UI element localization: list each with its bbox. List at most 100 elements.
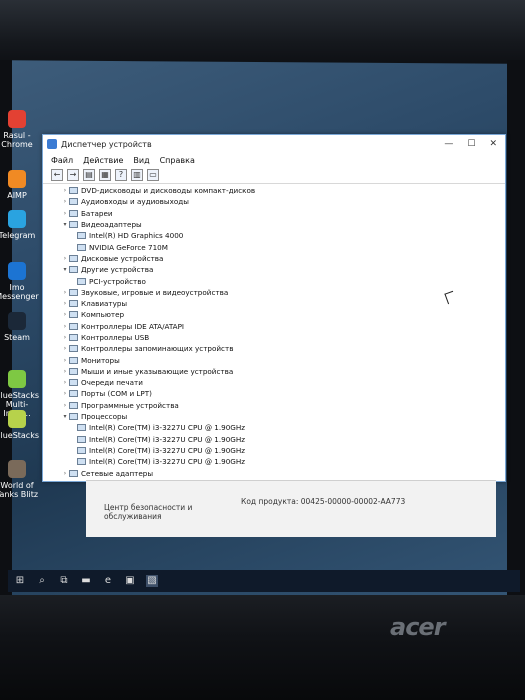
- device-label: Мыши и иные указывающие устройства: [81, 366, 234, 376]
- device-item[interactable]: NVIDIA GeForce 710M: [43, 241, 505, 252]
- view-icon[interactable]: ▥: [131, 169, 143, 181]
- menu-action[interactable]: Действие: [83, 156, 123, 165]
- device-item[interactable]: Intel(R) Core(TM) i3-3227U CPU @ 1.90GHz: [43, 456, 505, 467]
- chevron-right-icon[interactable]: ›: [61, 334, 69, 341]
- task-view-icon[interactable]: ⧉: [58, 575, 70, 587]
- chevron-right-icon[interactable]: ›: [61, 368, 69, 375]
- menu-help[interactable]: Справка: [160, 156, 195, 165]
- device-icon: [69, 300, 78, 308]
- menu-file[interactable]: Файл: [51, 156, 73, 165]
- aimp-icon: [8, 170, 26, 188]
- desktop-shortcut[interactable]: World of Tanks Blitz: [0, 460, 40, 499]
- device-label: Мониторы: [81, 355, 120, 365]
- device-category[interactable]: › Аудиовходы и аудиовыходы: [43, 196, 505, 207]
- device-label: Intel(R) Core(TM) i3-3227U CPU @ 1.90GHz: [89, 423, 246, 433]
- desktop-shortcut[interactable]: Telegram: [0, 210, 40, 240]
- desktop-shortcut[interactable]: Steam: [0, 312, 40, 342]
- back-arrow-icon[interactable]: ←: [51, 169, 63, 181]
- chevron-right-icon[interactable]: ›: [61, 345, 69, 352]
- desktop-shortcut-label: Steam: [4, 333, 30, 342]
- title-bar[interactable]: Диспетчер устройств — ☐ ✕: [43, 135, 505, 153]
- device-category[interactable]: › Мыши и иные указывающие устройства: [43, 366, 505, 377]
- chevron-right-icon[interactable]: ›: [61, 187, 69, 194]
- device-category[interactable]: › Компьютер: [43, 309, 505, 320]
- device-label: Видеоадаптеры: [81, 220, 142, 230]
- desktop-shortcut-label: Imo Messenger: [0, 283, 39, 301]
- device-category[interactable]: ▾ Процессоры: [43, 411, 505, 422]
- chevron-right-icon[interactable]: ›: [61, 311, 69, 318]
- device-icon: [69, 401, 78, 409]
- monitor-icon[interactable]: ▭: [147, 169, 159, 181]
- properties-icon[interactable]: ▤: [83, 169, 95, 181]
- desktop-shortcut[interactable]: Imo Messenger: [0, 262, 40, 301]
- chevron-right-icon[interactable]: ›: [61, 300, 69, 307]
- chevron-right-icon[interactable]: ›: [61, 357, 69, 364]
- chevron-right-icon[interactable]: ›: [61, 210, 69, 217]
- device-item[interactable]: Intel(R) Core(TM) i3-3227U CPU @ 1.90GHz: [43, 422, 505, 433]
- menu-view[interactable]: Вид: [133, 156, 149, 165]
- device-category[interactable]: › Звуковые, игровые и видеоустройства: [43, 287, 505, 298]
- minimize-button[interactable]: —: [444, 139, 453, 149]
- chrome-icon: [8, 110, 26, 128]
- chevron-down-icon[interactable]: ▾: [61, 413, 69, 420]
- maximize-button[interactable]: ☐: [467, 139, 475, 149]
- device-category[interactable]: ▾ Видеоадаптеры: [43, 219, 505, 230]
- device-manager-icon[interactable]: ▧: [146, 575, 158, 587]
- chevron-right-icon[interactable]: ›: [61, 402, 69, 409]
- chevron-right-icon[interactable]: ›: [61, 323, 69, 330]
- device-item[interactable]: PCI-устройство: [43, 275, 505, 286]
- chevron-right-icon[interactable]: ›: [61, 379, 69, 386]
- bluestacks-icon: [8, 370, 26, 388]
- device-icon: [77, 232, 86, 240]
- chevron-right-icon[interactable]: ›: [61, 470, 69, 477]
- device-category[interactable]: › DVD-дисководы и дисководы компакт-диско…: [43, 185, 505, 196]
- file-explorer-icon[interactable]: ▬: [80, 575, 92, 587]
- security-center-link[interactable]: Центр безопасности и обслуживания: [104, 503, 194, 521]
- device-category[interactable]: › Порты (COM и LPT): [43, 388, 505, 399]
- device-item[interactable]: Intel(R) Core(TM) i3-3227U CPU @ 1.90GHz: [43, 434, 505, 445]
- forward-arrow-icon[interactable]: →: [67, 169, 79, 181]
- device-icon: [69, 413, 78, 421]
- chevron-down-icon[interactable]: ▾: [61, 266, 69, 273]
- device-category[interactable]: › Очереди печати: [43, 377, 505, 388]
- device-category[interactable]: › Программные устройства: [43, 400, 505, 411]
- device-category[interactable]: ▾ Другие устройства: [43, 264, 505, 275]
- chevron-right-icon[interactable]: ›: [61, 198, 69, 205]
- device-label: DVD-дисководы и дисководы компакт-дисков: [81, 186, 256, 196]
- device-category[interactable]: › Клавиатуры: [43, 298, 505, 309]
- device-icon: [69, 187, 78, 195]
- desktop-shortcut[interactable]: Rasul - Chrome: [0, 110, 40, 149]
- device-icon: [69, 288, 78, 296]
- device-category[interactable]: › Мониторы: [43, 354, 505, 365]
- device-manager-window: Диспетчер устройств — ☐ ✕ Файл Действие …: [42, 134, 506, 482]
- device-item[interactable]: Intel(R) HD Graphics 4000: [43, 230, 505, 241]
- store-icon[interactable]: ▣: [124, 575, 136, 587]
- device-category[interactable]: › Батареи: [43, 208, 505, 219]
- close-button[interactable]: ✕: [489, 139, 497, 149]
- search-icon[interactable]: ⌕: [36, 575, 48, 587]
- device-category[interactable]: › Контроллеры USB: [43, 332, 505, 343]
- desktop-shortcut[interactable]: BlueStacks: [0, 410, 40, 440]
- edge-icon[interactable]: e: [102, 575, 114, 587]
- device-category[interactable]: › Контроллеры IDE ATA/ATAPI: [43, 321, 505, 332]
- device-item[interactable]: Intel(R) Core(TM) i3-3227U CPU @ 1.90GHz: [43, 445, 505, 456]
- desktop-shortcut[interactable]: AIMP: [0, 170, 40, 200]
- device-label: Intel(R) Core(TM) i3-3227U CPU @ 1.90GHz: [89, 434, 246, 444]
- chevron-right-icon[interactable]: ›: [61, 255, 69, 262]
- tree-icon[interactable]: ▦: [99, 169, 111, 181]
- device-category[interactable]: › Контроллеры запоминающих устройств: [43, 343, 505, 354]
- product-code: Код продукта: 00425-00000-00002-AA773: [241, 497, 406, 506]
- help-icon[interactable]: ?: [115, 169, 127, 181]
- device-category[interactable]: › Сетевые адаптеры: [43, 467, 505, 478]
- laptop-bezel-right: [507, 60, 525, 620]
- windows-start-icon[interactable]: ⊞: [14, 575, 26, 587]
- device-category[interactable]: › Дисковые устройства: [43, 253, 505, 264]
- chevron-right-icon[interactable]: ›: [61, 390, 69, 397]
- device-icon: [77, 424, 86, 432]
- wot-icon: [8, 460, 26, 478]
- chevron-right-icon[interactable]: ›: [61, 289, 69, 296]
- chevron-down-icon[interactable]: ▾: [61, 221, 69, 228]
- device-label: Порты (COM и LPT): [81, 389, 152, 399]
- device-label: Дисковые устройства: [81, 253, 164, 263]
- device-icon: [69, 367, 78, 375]
